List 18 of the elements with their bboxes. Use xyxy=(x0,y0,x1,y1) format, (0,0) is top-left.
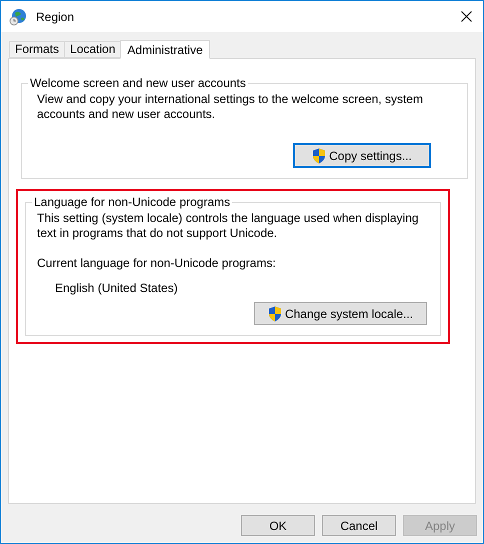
dialog-button[interactable]: Cancel xyxy=(322,515,396,536)
copy-settings-button[interactable]: Copy settings... xyxy=(293,143,431,168)
globe-icon xyxy=(9,8,27,26)
close-icon[interactable] xyxy=(461,11,472,22)
window-title: Region xyxy=(36,8,74,26)
current-language-value: English (United States) xyxy=(55,281,179,296)
tab[interactable]: Location xyxy=(64,41,120,58)
group-title: Welcome screen and new user accounts xyxy=(28,76,248,90)
change-locale-button[interactable]: Change system locale... xyxy=(254,302,427,325)
tab[interactable]: Formats xyxy=(9,41,64,58)
group-description: This setting (system locale) controls the language used when displaying text in programs that do not support Unicode. xyxy=(37,211,420,241)
group-title: Language for non-Unicode programs xyxy=(32,195,232,209)
tab[interactable]: Administrative xyxy=(120,40,210,59)
dialog-button[interactable]: OK xyxy=(241,515,315,536)
shield-icon xyxy=(268,306,282,322)
group-description: View and copy your international settings to the welcome screen, system accounts and new user accounts. xyxy=(37,92,424,122)
current-language-label: Current language for non-Unicode programs: xyxy=(37,256,277,271)
shield-icon xyxy=(312,148,326,164)
